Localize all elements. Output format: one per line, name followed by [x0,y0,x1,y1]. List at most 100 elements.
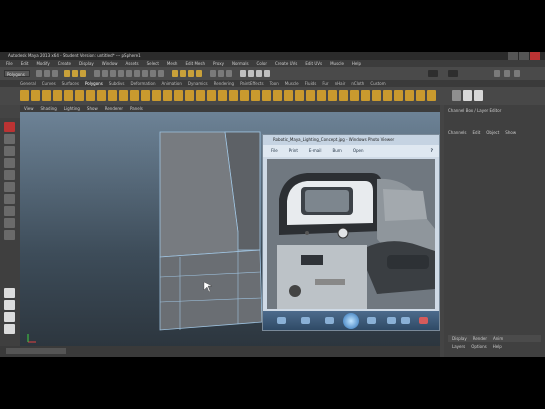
separate-icon[interactable] [163,90,172,101]
render-mask-icon[interactable] [150,70,156,77]
persp-graph-layout-icon[interactable] [4,324,15,334]
minimize-button[interactable] [508,52,518,60]
viewport-menu-show[interactable]: Show [87,105,98,112]
shelf-tab-muscle[interactable]: Muscle [285,80,299,87]
menu-create-uvs[interactable]: Create UVs [275,60,297,67]
save-scene-icon[interactable] [52,70,58,77]
menu-edit-mesh[interactable]: Edit Mesh [185,60,205,67]
menu-proxy[interactable]: Proxy [213,60,224,67]
viewer-menu-print[interactable]: Print [289,145,298,157]
shelf-tab-general[interactable]: General [20,80,36,87]
poly-cylinder-icon[interactable] [42,90,51,101]
viewport-menu-panels[interactable]: Panels [130,105,143,112]
last-tool-icon[interactable] [4,230,15,240]
menu-edit[interactable]: Edit [21,60,29,67]
soft-mod-tool-icon[interactable] [4,206,15,216]
layer-tab-display[interactable]: Display [452,335,467,342]
range-slider[interactable] [6,348,66,354]
rename-field[interactable] [448,70,458,77]
deform-mask-icon[interactable] [134,70,140,77]
harden-edge-icon[interactable] [383,90,392,101]
poly-prism-icon[interactable] [86,90,95,101]
show-manipulator-icon[interactable] [4,218,15,228]
viewer-menu-email[interactable]: E-mail [309,145,322,157]
merge-icon[interactable] [350,90,359,101]
menu-mesh[interactable]: Mesh [167,60,178,67]
four-view-layout-icon[interactable] [4,300,15,310]
channel-menu-channels[interactable]: Channels [448,130,467,135]
planar-mapping-icon[interactable] [416,90,425,101]
close-button[interactable] [530,52,540,60]
shelf-tab-custom[interactable]: Custom [370,80,385,87]
shelf-tab-painteffects[interactable]: PaintEffects [240,80,264,87]
input-ops-icon[interactable] [210,70,216,77]
construction-history-icon[interactable] [226,70,232,77]
curve-mask-icon[interactable] [118,70,124,77]
booleans-intersection-icon[interactable] [207,90,216,101]
shelf-tab-fluids[interactable]: Fluids [305,80,317,87]
sew-uv-icon[interactable] [427,90,436,101]
actual-size-icon[interactable] [301,317,310,324]
shelf-tab-rendering[interactable]: Rendering [214,80,234,87]
combine-icon[interactable] [152,90,161,101]
new-scene-icon[interactable] [36,70,42,77]
viewport-menu-shading[interactable]: Shading [41,105,57,112]
time-slider[interactable] [0,346,440,357]
shelf-tab-dynamics[interactable]: Dynamics [188,80,208,87]
shelf-tab-deformation[interactable]: Deformation [131,80,156,87]
paint-select-tool-icon[interactable] [4,146,15,156]
snap-curve-icon[interactable] [180,70,186,77]
lasso-tool-icon[interactable] [4,134,15,144]
attribute-editor-icon[interactable] [494,70,500,77]
select-tool-icon[interactable] [4,122,15,132]
layer-tab-render[interactable]: Render [473,335,487,342]
layer-menu-options[interactable]: Options [471,344,486,349]
viewer-menu-open[interactable]: Open [353,145,364,157]
single-view-layout-icon[interactable] [4,288,15,298]
viewport-menu-lighting[interactable]: Lighting [64,105,80,112]
shelf-options-icon[interactable] [474,90,483,101]
misc-mask-icon[interactable] [158,70,164,77]
poly-pyramid-icon[interactable] [97,90,106,101]
channel-menu-show[interactable]: Show [505,130,516,135]
channel-menu-object[interactable]: Object [486,130,499,135]
render-settings-icon[interactable] [264,70,270,77]
shelf-editor-icon[interactable] [463,90,472,101]
menu-window[interactable]: Window [102,60,118,67]
surface-mask-icon[interactable] [126,70,132,77]
manipulator-tool-icon[interactable] [4,194,15,204]
menu-select[interactable]: Select [147,60,159,67]
menu-modify[interactable]: Modify [36,60,49,67]
shelf-tab-menu-icon[interactable] [452,90,461,101]
shelf-tab-subdivs[interactable]: Subdivs [109,80,125,87]
select-hierarchy-icon[interactable] [64,70,70,77]
uv-editor-icon[interactable] [405,90,414,101]
viewport-menu-view[interactable]: View [24,105,34,112]
shelf-tab-animation[interactable]: Animation [162,80,182,87]
menu-normals[interactable]: Normals [232,60,249,67]
reduce-icon[interactable] [240,90,249,101]
tool-settings-icon[interactable] [504,70,510,77]
scale-tool-icon[interactable] [4,182,15,192]
delete-icon[interactable] [419,317,428,324]
shelf-tab-fur[interactable]: Fur [322,80,328,87]
shelf-tab-surfaces[interactable]: Surfaces [62,80,79,87]
rotate-cw-icon[interactable] [401,317,410,324]
poly-sphere-icon[interactable] [20,90,29,101]
select-object-icon[interactable] [72,70,78,77]
shelf-tab-polygons[interactable]: Polygons [85,80,103,87]
booleans-union-icon[interactable] [185,90,194,101]
poly-pipe-icon[interactable] [108,90,117,101]
persp-outliner-layout-icon[interactable] [4,312,15,322]
bevel-icon[interactable] [339,90,348,101]
soften-edge-icon[interactable] [372,90,381,101]
render-frame-icon[interactable] [248,70,254,77]
insert-edge-loop-icon[interactable] [306,90,315,101]
shelf-tab-ncloth[interactable]: nCloth [351,80,364,87]
next-icon[interactable] [367,317,376,324]
previous-icon[interactable] [325,317,334,324]
menu-help[interactable]: Help [352,60,361,67]
bridge-icon[interactable] [328,90,337,101]
menu-assets[interactable]: Assets [126,60,139,67]
layer-menu-help[interactable]: Help [493,344,502,349]
